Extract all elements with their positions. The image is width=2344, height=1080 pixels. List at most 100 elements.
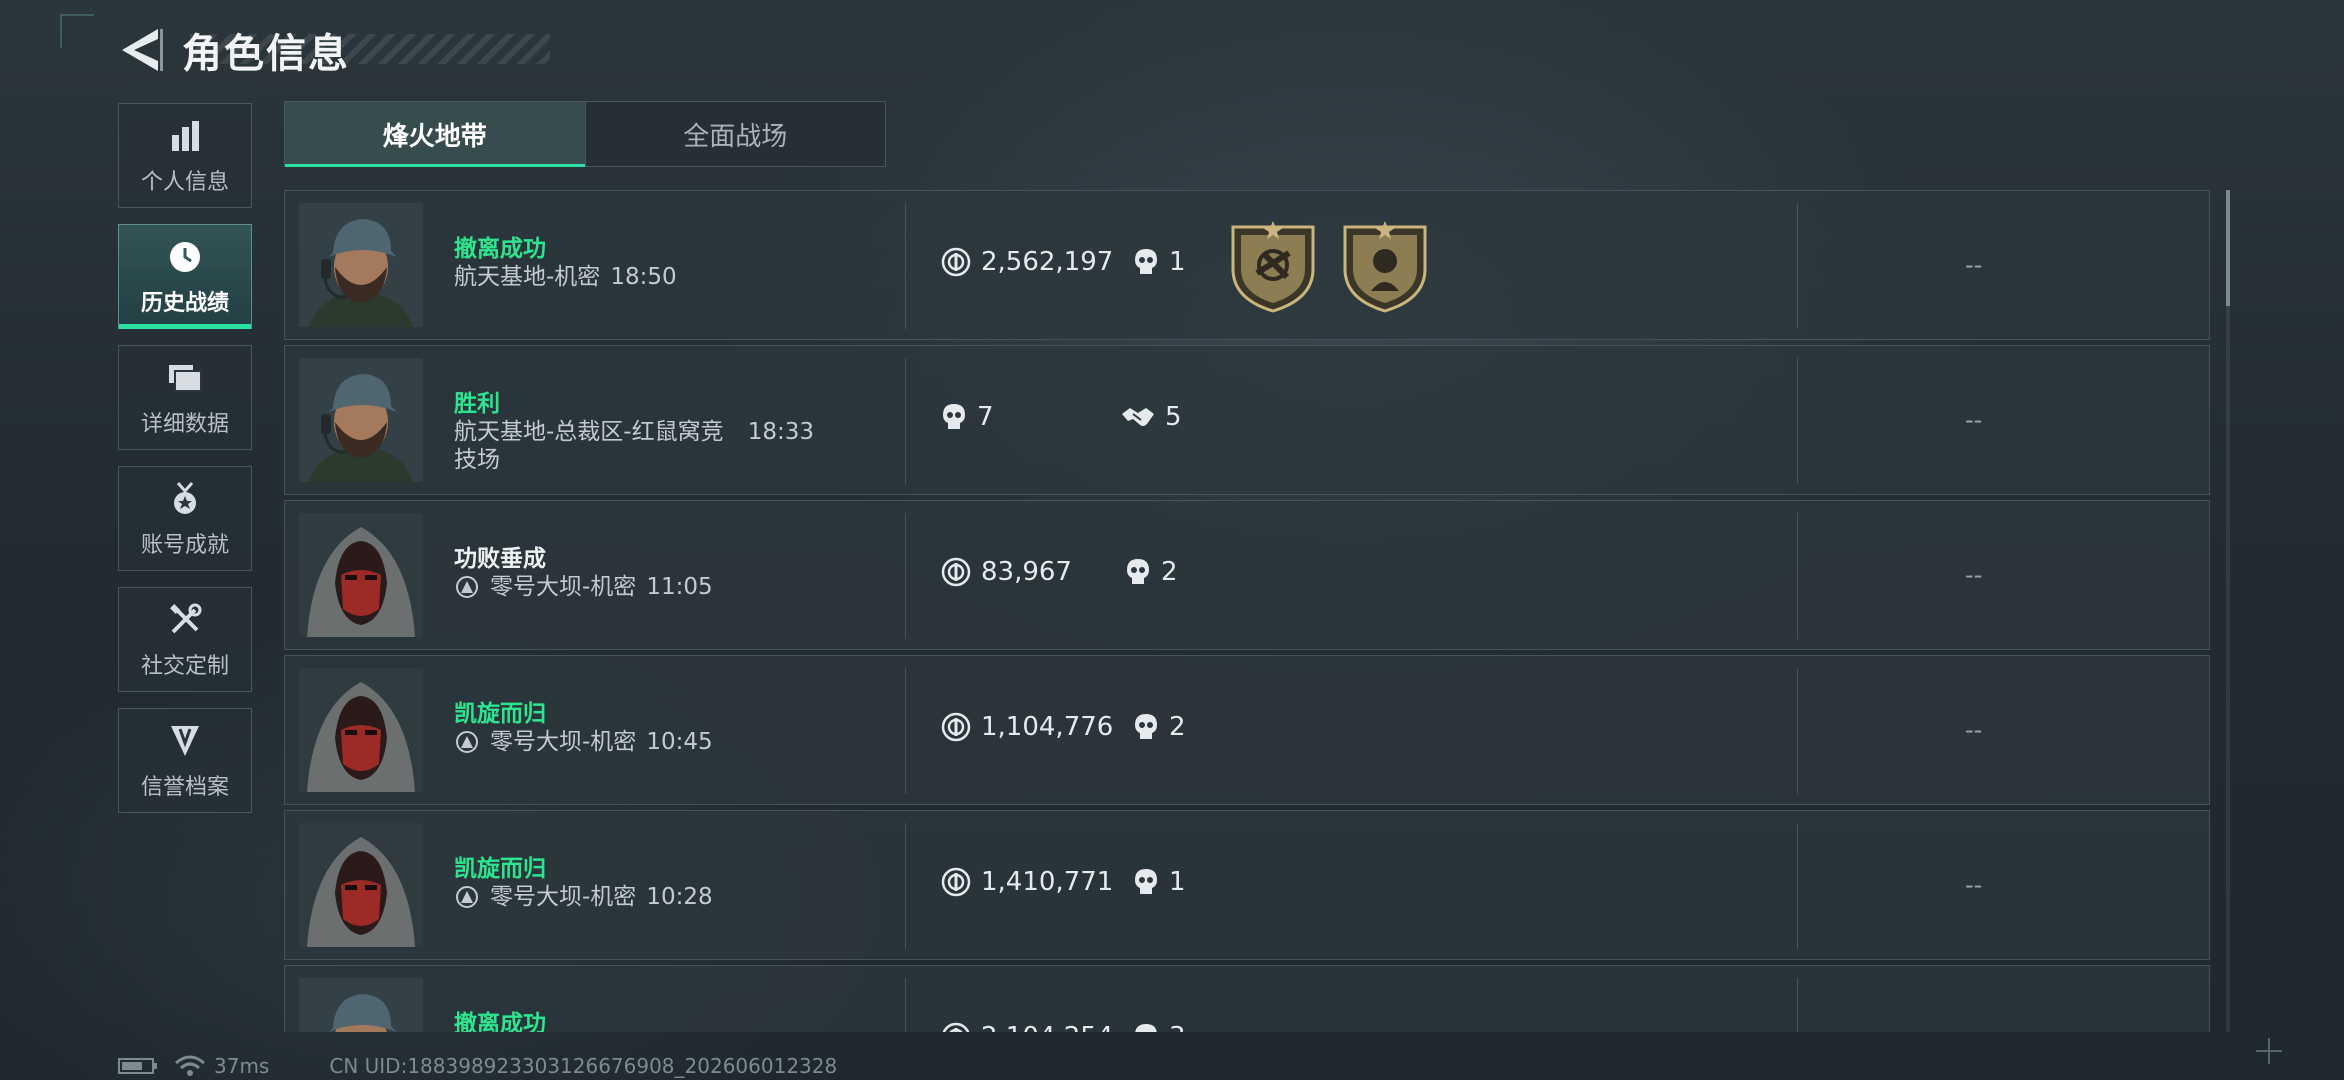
sidebar-item-reputation[interactable]: 信誉档案 xyxy=(118,708,252,813)
shield-icon xyxy=(165,721,205,761)
sidebar-item-personal-info[interactable]: 个人信息 xyxy=(118,103,252,208)
sidebar-item-social-custom[interactable]: 社交定制 xyxy=(118,587,252,692)
match-record-row[interactable]: 功败垂成 零号大坝-机密 11:05 83,967 2 -- xyxy=(284,500,2210,650)
kill-count: 3 xyxy=(1169,1022,1186,1032)
currency-icon xyxy=(942,1022,970,1032)
column-divider xyxy=(905,358,906,484)
match-map: 航天基地-总裁区-红鼠窝竞技场 xyxy=(454,419,724,473)
map-mode-icon xyxy=(456,731,478,753)
extracted-value: 2,104,254 xyxy=(981,1022,1113,1032)
operator-avatar xyxy=(299,513,423,637)
extracted-value: 1,410,771 xyxy=(981,867,1114,897)
achievement-badge-icon[interactable] xyxy=(1341,219,1429,313)
extracted-value-stat: 1,410,771 xyxy=(941,867,1113,897)
match-result: 功败垂成 xyxy=(454,546,546,572)
tools-icon xyxy=(165,600,205,640)
match-result: 撤离成功 xyxy=(454,236,546,262)
extracted-value-stat: 2,562,197 xyxy=(941,247,1113,277)
sidebar-item-match-history[interactable]: 历史战绩 xyxy=(118,224,252,329)
match-record-row[interactable]: 凯旋而归 零号大坝-机密 10:28 1,410,771 1 -- xyxy=(284,810,2210,960)
match-time: 18:50 xyxy=(610,264,677,290)
column-divider xyxy=(1797,668,1798,794)
folder-icon xyxy=(165,358,205,398)
kill-count: 2 xyxy=(1169,712,1186,742)
corner-frame-decoration xyxy=(60,14,94,48)
page-title: 角色信息 xyxy=(182,31,350,77)
match-record-row[interactable]: 撤离成功 2,104,254 3 xyxy=(284,965,2210,1032)
match-info: 航天基地-机密 18:50 xyxy=(454,263,814,291)
column-divider xyxy=(905,823,906,949)
battery-icon xyxy=(118,1058,157,1074)
column-divider xyxy=(1797,978,1798,1032)
skull-icon xyxy=(943,404,965,429)
match-info: 航天基地-总裁区-红鼠窝竞技场 18:33 xyxy=(454,418,814,474)
extracted-value-stat: 2,104,254 xyxy=(941,1022,1113,1032)
match-result: 凯旋而归 xyxy=(454,856,546,882)
ping-value: 37ms xyxy=(214,1054,270,1078)
scrollbar-track[interactable] xyxy=(2226,190,2230,1032)
plus-icon xyxy=(2256,1038,2282,1064)
match-info: 零号大坝-机密 10:28 xyxy=(454,883,814,911)
currency-icon xyxy=(941,712,971,742)
match-record-row[interactable]: 胜利 航天基地-总裁区-红鼠窝竞技场 18:33 7 5 -- xyxy=(284,345,2210,495)
assist-count: 5 xyxy=(1165,402,1182,432)
match-map: 零号大坝-机密 xyxy=(490,574,637,600)
sidebar-item-label: 详细数据 xyxy=(140,411,229,437)
match-record-row[interactable]: 凯旋而归 零号大坝-机密 10:45 1,104,776 2 -- xyxy=(284,655,2210,805)
bar-chart-icon xyxy=(165,116,205,156)
map-mode-icon xyxy=(456,576,478,598)
extracted-value: 83,967 xyxy=(981,557,1072,587)
kill-count: 7 xyxy=(977,402,994,432)
column-divider xyxy=(905,203,906,329)
match-record-list: 撤离成功 航天基地-机密 18:50 2,562,197 1 -- 胜利 航天基地-总裁区-红… xyxy=(284,190,2212,1032)
match-time: 11:05 xyxy=(646,574,713,600)
scrollbar-thumb[interactable] xyxy=(2226,190,2230,306)
handshake-icon xyxy=(1122,408,1154,426)
back-arrow-icon[interactable] xyxy=(118,25,164,75)
match-time: 10:45 xyxy=(646,729,713,755)
column-divider xyxy=(905,513,906,639)
kills-stat: 3 xyxy=(1133,1022,1186,1032)
match-info: 零号大坝-机密 11:05 xyxy=(454,573,814,601)
skull-icon xyxy=(1135,869,1157,894)
match-info: 零号大坝-机密 10:45 xyxy=(454,728,814,756)
kills-stat: 1 xyxy=(1133,247,1186,277)
match-time: 18:33 xyxy=(747,419,814,445)
column-divider xyxy=(1797,203,1798,329)
tab-full-battlefield[interactable]: 全面战场 xyxy=(584,102,886,166)
kill-count: 1 xyxy=(1169,247,1186,277)
match-time: 10:28 xyxy=(646,884,713,910)
kills-stat: 2 xyxy=(1125,557,1178,587)
sidebar-item-label: 社交定制 xyxy=(140,653,229,679)
medal-icon xyxy=(165,479,205,519)
currency-icon xyxy=(941,247,971,277)
column-divider xyxy=(1797,358,1798,484)
column-divider xyxy=(905,668,906,794)
clock-icon xyxy=(165,237,205,277)
achievement-badge-icon[interactable] xyxy=(1229,219,1317,313)
sidebar-item-achievements[interactable]: 账号成就 xyxy=(118,466,252,571)
match-record-row[interactable]: 撤离成功 航天基地-机密 18:50 2,562,197 1 -- xyxy=(284,190,2210,340)
match-map: 零号大坝-机密 xyxy=(490,884,637,910)
empty-value: -- xyxy=(1965,871,1983,899)
sidebar: 个人信息 历史战绩 详细数据 账号成就 社交定制 信誉档案 xyxy=(118,103,254,829)
extracted-value-stat: 1,104,776 xyxy=(941,712,1113,742)
sidebar-item-label: 历史战绩 xyxy=(140,290,229,316)
sidebar-item-label: 个人信息 xyxy=(140,169,229,195)
operator-avatar xyxy=(299,358,423,482)
empty-value: -- xyxy=(1965,561,1983,589)
tab-warfire-zone[interactable]: 烽火地带 xyxy=(285,102,585,167)
extracted-value-stat: 83,967 xyxy=(941,557,1072,587)
empty-value: -- xyxy=(1965,406,1983,434)
operator-avatar xyxy=(299,668,423,792)
extracted-value: 2,562,197 xyxy=(981,247,1114,277)
kills-stat: 2 xyxy=(1133,712,1186,742)
empty-value: -- xyxy=(1965,716,1983,744)
match-result: 胜利 xyxy=(454,391,500,417)
match-result: 凯旋而归 xyxy=(454,701,546,727)
kills-stat: 7 xyxy=(941,402,994,432)
column-divider xyxy=(1797,513,1798,639)
kill-count: 2 xyxy=(1161,557,1178,587)
sidebar-item-detailed-data[interactable]: 详细数据 xyxy=(118,345,252,450)
match-map: 航天基地-机密 xyxy=(454,264,601,290)
